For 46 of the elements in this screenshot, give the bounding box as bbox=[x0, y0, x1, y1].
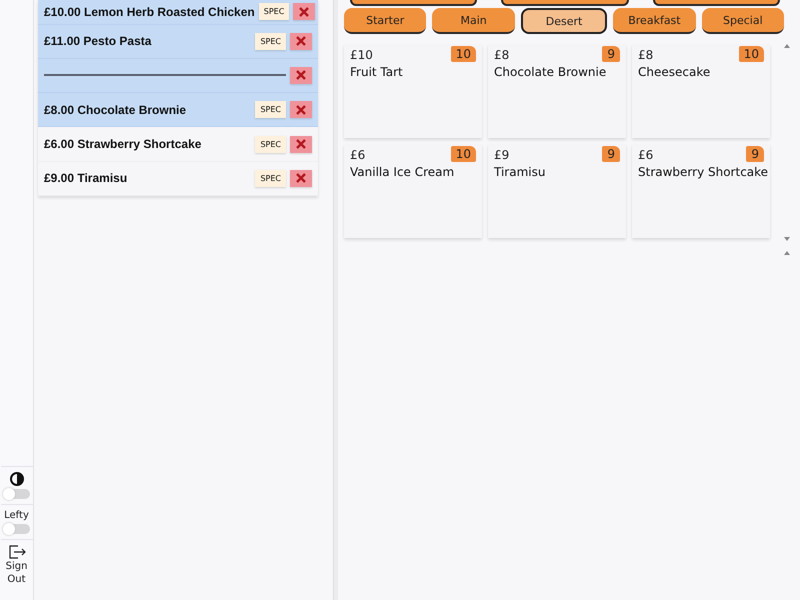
sign-out-button[interactable]: Sign Out bbox=[6, 545, 28, 585]
spec-button[interactable]: SPEC bbox=[255, 136, 286, 153]
order-item-text: £9.00 Tiramisu bbox=[44, 171, 128, 186]
stock-count-badge: 9 bbox=[602, 146, 620, 162]
stock-count-badge: 10 bbox=[450, 46, 476, 62]
item-price: £8 bbox=[638, 48, 654, 62]
order-item-text: £10.00 Lemon Herb Roasted Chicken bbox=[44, 4, 255, 19]
order-row[interactable]: £6.00 Strawberry Shortcake SPEC bbox=[38, 127, 318, 162]
spec-button[interactable]: SPEC bbox=[258, 3, 290, 20]
item-name: Fruit Tart bbox=[350, 65, 403, 79]
category-tab[interactable]: Starter bbox=[344, 8, 426, 34]
item-price: £6 bbox=[350, 148, 366, 162]
spec-button[interactable]: SPEC bbox=[255, 101, 286, 118]
order-row[interactable]: £9.00 Tiramisu SPEC bbox=[38, 162, 318, 196]
menu-item-card[interactable]: £6 Vanilla Ice Cream 10 bbox=[344, 144, 482, 238]
stock-count-badge: 10 bbox=[450, 146, 476, 162]
order-row[interactable]: £10.00 Lemon Herb Roasted Chicken SPEC bbox=[38, 0, 318, 24]
category-tab[interactable]: Special bbox=[702, 8, 784, 34]
stock-count-badge: 9 bbox=[746, 146, 764, 162]
item-name: Cheesecake bbox=[638, 65, 710, 79]
category-tab[interactable]: Breakfast bbox=[613, 8, 696, 34]
item-name: Tiramisu bbox=[494, 165, 546, 179]
menu-item-card[interactable]: £9 Tiramisu 9 bbox=[488, 144, 626, 238]
stock-count-badge: 9 bbox=[602, 46, 620, 62]
order-row[interactable]: £11.00 Pesto Pasta SPEC bbox=[38, 24, 318, 59]
item-price: £10 bbox=[350, 48, 373, 62]
category-tab[interactable]: Desert bbox=[520, 8, 608, 34]
item-price: £8 bbox=[494, 48, 510, 62]
item-name: Vanilla Ice Cream bbox=[350, 165, 454, 179]
item-price: £9 bbox=[494, 148, 510, 162]
item-name: Strawberry Shortcake bbox=[638, 165, 768, 179]
spec-button[interactable]: SPEC bbox=[255, 170, 286, 187]
spec-button[interactable]: SPEC bbox=[255, 32, 286, 50]
category-tab[interactable]: Main bbox=[432, 8, 515, 34]
order-row[interactable]: £8.00 Chocolate Brownie SPEC bbox=[38, 93, 318, 128]
menu-item-card[interactable]: £8 Cheesecake 10 bbox=[632, 44, 770, 138]
lefty-label: Lefty bbox=[4, 510, 29, 521]
order-item-text: £11.00 Pesto Pasta bbox=[44, 34, 152, 48]
item-name: Chocolate Brownie bbox=[494, 65, 606, 79]
order-item-text: £6.00 Strawberry Shortcake bbox=[44, 137, 202, 152]
item-price: £6 bbox=[638, 148, 654, 162]
order-item-text: £8.00 Chocolate Brownie bbox=[44, 102, 188, 117]
menu-item-card[interactable]: £6 Strawberry Shortcake 9 bbox=[632, 144, 770, 238]
stock-count-badge: 10 bbox=[738, 46, 764, 62]
menu-item-card[interactable]: £10 Fruit Tart 10 bbox=[344, 44, 482, 138]
menu-item-card[interactable]: £8 Chocolate Brownie 9 bbox=[488, 44, 626, 138]
